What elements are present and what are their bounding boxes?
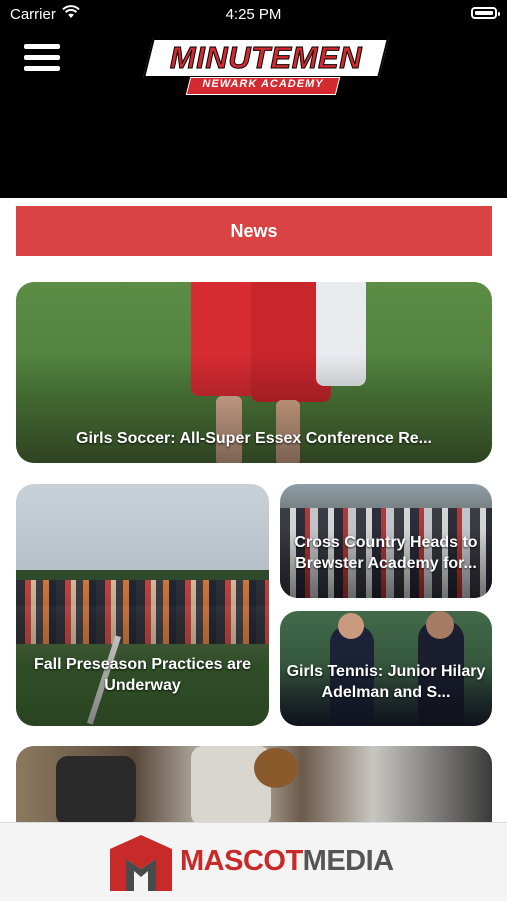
hamburger-menu-button[interactable] [24,42,62,74]
clock: 4:25 PM [225,6,282,23]
article-card-girls-tennis[interactable]: Girls Tennis: Junior Hilary Adelman and … [280,611,492,726]
sponsor-footer[interactable]: MASCOTMEDIA [0,822,507,901]
article-card-baseball[interactable] [16,746,492,826]
article-card-girls-soccer[interactable]: Girls Soccer: All-Super Essex Conference… [16,282,492,463]
battery-icon [471,7,500,19]
article-title: Cross Country Heads to Brewster Academy … [294,534,478,572]
minutemen-logo: MINUTEMEN NEWARK ACADEMY [143,38,389,102]
sponsor-brand-part1: MASCOT [180,845,303,877]
sponsor-brand: MASCOTMEDIA [180,845,394,878]
menu-bar-icon [24,44,60,49]
logo-subtitle: NEWARK ACADEMY [202,78,324,90]
logo-title: MINUTEMEN [169,40,363,76]
mascot-media-logo-icon [110,835,172,891]
section-header: News [16,206,492,256]
sponsor-brand-part2: MEDIA [302,845,394,877]
app-header: Carrier 4:25 PM MINUTEMEN NEWARK ACADEMY [0,0,507,198]
menu-bar-icon [24,66,60,71]
article-card-fall-preseason[interactable]: Fall Preseason Practices are Underway [16,484,269,726]
article-title: Girls Tennis: Junior Hilary Adelman and … [286,663,486,701]
article-card-cross-country[interactable]: Cross Country Heads to Brewster Academy … [280,484,492,598]
article-title: Fall Preseason Practices are Underway [33,656,252,694]
menu-bar-icon [24,55,60,60]
article-title: Girls Soccer: All-Super Essex Conference… [76,430,432,447]
status-bar: Carrier 4:25 PM [0,0,507,28]
